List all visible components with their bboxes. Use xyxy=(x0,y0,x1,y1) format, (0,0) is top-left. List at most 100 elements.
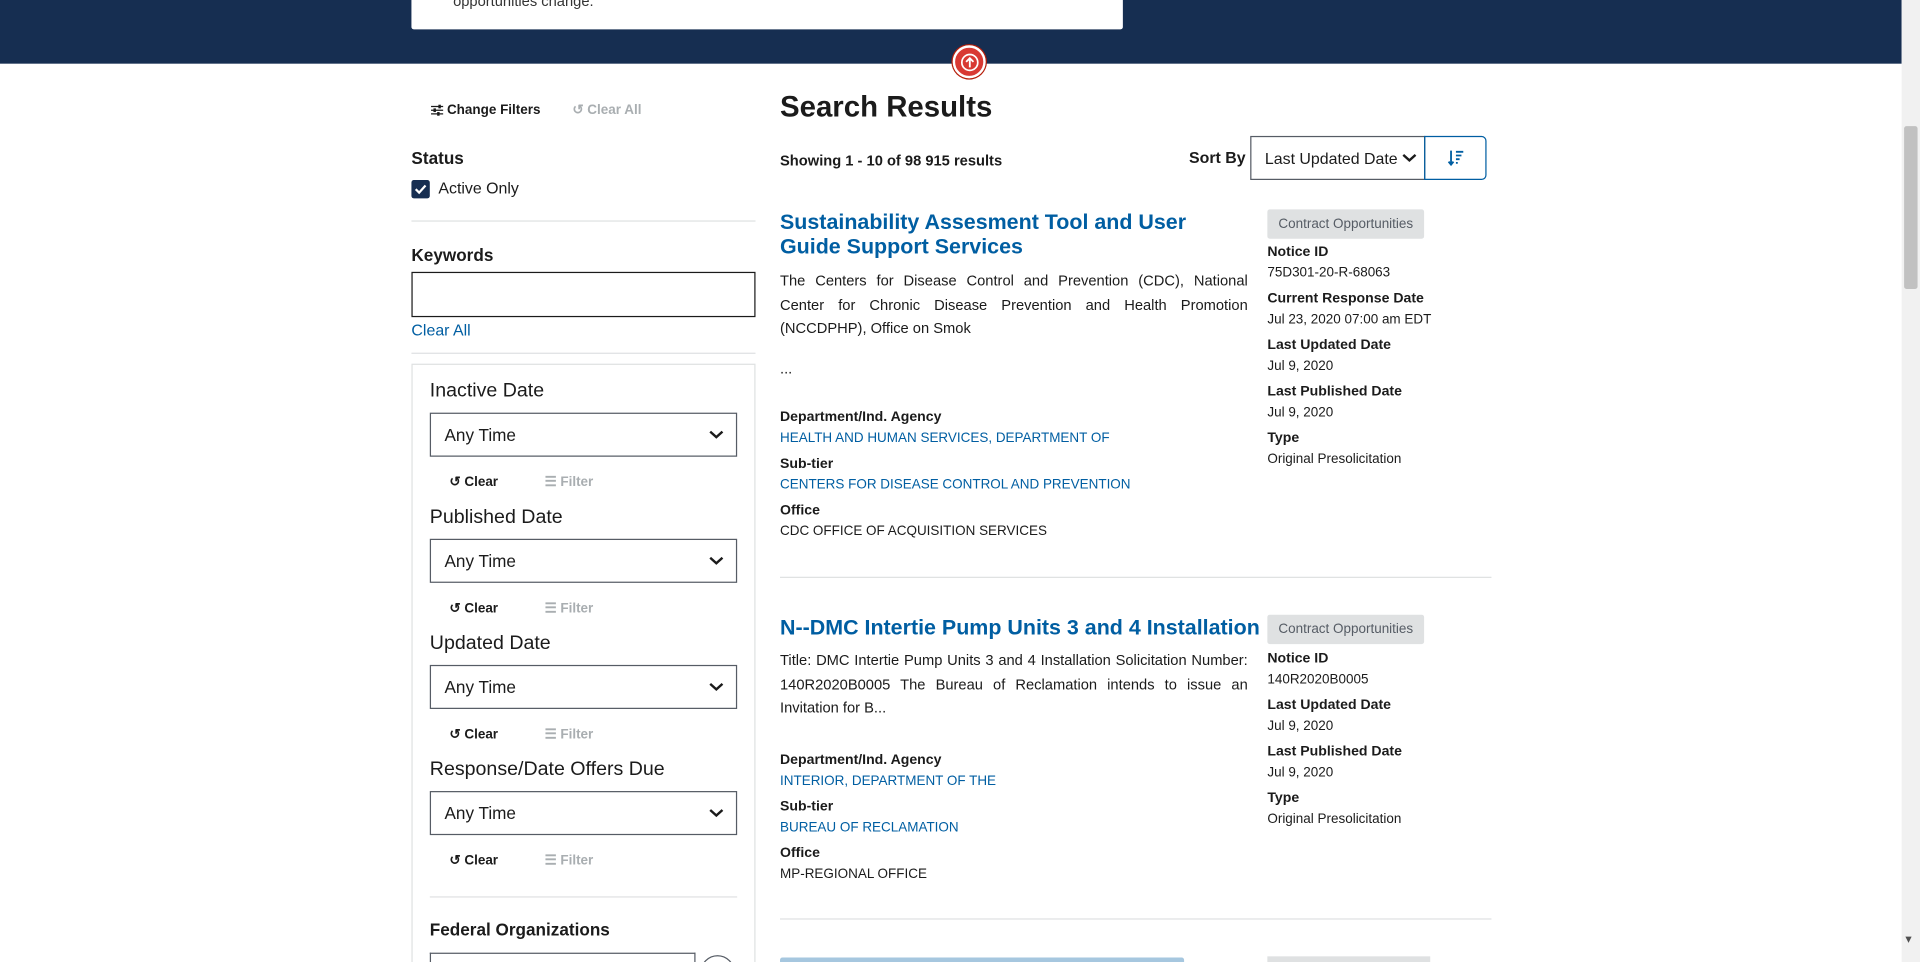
page-title: Search Results xyxy=(780,90,993,124)
sort-direction-button[interactable] xyxy=(1424,135,1487,181)
result-type-badge-partial xyxy=(1267,956,1431,962)
inactive-date-clear-button[interactable]: ↺ Clear xyxy=(449,474,498,489)
back-to-top-button[interactable] xyxy=(952,45,986,79)
last-published-label: Last Published Date xyxy=(1267,384,1402,400)
published-date-clear-button[interactable]: ↺ Clear xyxy=(449,600,498,616)
header-banner: opportunities change. xyxy=(0,0,1902,64)
published-date-filter-button[interactable]: ☰ Filter xyxy=(545,600,594,616)
divider xyxy=(429,896,738,898)
dept-link[interactable]: HEALTH AND HUMAN SERVICES, DEPARTMENT OF xyxy=(780,431,1110,446)
scroll-down-arrow-icon[interactable]: ▾ xyxy=(1905,933,1911,946)
subtier-link[interactable]: CENTERS FOR DISEASE CONTROL AND PREVENTI… xyxy=(780,478,1131,493)
inactive-date-label: Inactive Date xyxy=(429,380,545,402)
keywords-clear-all-link[interactable]: Clear All xyxy=(411,321,470,339)
updated-date-filter-button[interactable]: ☰ Filter xyxy=(545,726,594,742)
clear-all-label: Clear All xyxy=(587,102,642,117)
sliders-icon: ☰ xyxy=(544,853,557,869)
keywords-input[interactable] xyxy=(411,271,756,318)
checkmark-icon xyxy=(414,184,427,195)
inactive-date-filter-button[interactable]: ☰ Filter xyxy=(544,474,594,490)
inactive-date-select[interactable]: Any Time xyxy=(429,412,738,457)
result-description: The Centers for Disease Control and Prev… xyxy=(780,271,1248,337)
notice-id-label: Notice ID xyxy=(1267,244,1329,260)
undo-icon: ↺ xyxy=(572,102,584,118)
last-updated-value: Jul 9, 2020 xyxy=(1267,358,1334,374)
hero-card-text: opportunities change. xyxy=(453,0,594,10)
type-value: Original Presolicitation xyxy=(1267,811,1402,827)
chevron-down-icon xyxy=(709,430,724,439)
active-only-label[interactable]: Active Only xyxy=(438,179,519,197)
type-label: Type xyxy=(1267,431,1300,446)
page-canvas: opportunities change. Change Filters ↺ C… xyxy=(0,0,1920,962)
result-description: Title: DMC Intertie Pump Units 3 and 4 I… xyxy=(780,651,1248,717)
updated-date-select[interactable]: Any Time xyxy=(429,664,738,709)
clear-label: Clear xyxy=(464,600,499,616)
sort-by-select[interactable]: Last Updated Date xyxy=(1250,135,1426,181)
notice-id-value: 75D301-20-R-68063 xyxy=(1267,265,1391,281)
office-label: Office xyxy=(780,503,820,518)
published-date-actions: ↺ Clear ☰ Filter xyxy=(449,600,593,616)
last-published-label: Last Published Date xyxy=(1267,744,1402,760)
result-type-badge: Contract Opportunities xyxy=(1267,614,1425,645)
chevron-down-icon xyxy=(709,556,724,565)
filter-label: Filter xyxy=(560,474,594,490)
clear-label: Clear xyxy=(464,852,499,868)
published-date-select[interactable]: Any Time xyxy=(429,538,738,583)
undo-icon: ↺ xyxy=(449,853,461,869)
response-date-value: Jul 23, 2020 07:00 am EDT xyxy=(1267,312,1432,327)
undo-icon: ↺ xyxy=(449,727,461,743)
last-updated-value: Jul 9, 2020 xyxy=(1267,718,1334,734)
arrow-up-icon xyxy=(960,53,979,71)
updated-date-clear-button[interactable]: ↺ Clear xyxy=(449,726,498,742)
results-count: Showing 1 - 10 of 98 915 results xyxy=(780,151,1003,169)
scrollbar-thumb[interactable] xyxy=(1904,126,1918,289)
result-divider xyxy=(780,918,1492,920)
published-date-label: Published Date xyxy=(429,506,563,528)
response-date-select[interactable]: Any Time xyxy=(429,791,738,836)
chevron-down-icon xyxy=(1402,153,1417,163)
dept-label: Department/Ind. Agency xyxy=(780,410,942,425)
response-date-clear-button[interactable]: ↺ Clear xyxy=(449,852,498,868)
active-only-checkbox[interactable] xyxy=(411,180,430,199)
sliders-icon: ☰ xyxy=(544,601,557,616)
result-title-link[interactable]: N--DMC Intertie Pump Units 3 and 4 Insta… xyxy=(780,615,1260,639)
last-updated-label: Last Updated Date xyxy=(1267,697,1391,713)
updated-date-value: Any Time xyxy=(444,677,516,697)
page: opportunities change. Change Filters ↺ C… xyxy=(0,0,1920,962)
result-card: Sustainability Assesment Tool and User G… xyxy=(780,209,1492,579)
notice-id-value: 140R2020B0005 xyxy=(1267,672,1369,687)
filter-label: Filter xyxy=(560,726,594,742)
type-value: Original Presolicitation xyxy=(1267,451,1402,467)
sort-descending-icon xyxy=(1447,150,1463,167)
response-date-filter-button[interactable]: ☰ Filter xyxy=(545,852,594,868)
filter-label: Filter xyxy=(560,852,594,868)
change-filters-button[interactable]: Change Filters xyxy=(431,102,541,118)
sliders-icon xyxy=(431,104,444,116)
page-scrollbar[interactable]: ▾ xyxy=(1901,0,1920,962)
dept-link[interactable]: INTERIOR, DEPARTMENT OF THE xyxy=(780,774,996,789)
last-published-value: Jul 9, 2020 xyxy=(1267,405,1334,421)
result-type-badge: Contract Opportunities xyxy=(1267,209,1425,239)
updated-date-label: Updated Date xyxy=(429,633,551,654)
published-date-value: Any Time xyxy=(444,551,516,571)
last-published-value: Jul 9, 2020 xyxy=(1267,765,1334,781)
federal-organizations-input[interactable] xyxy=(429,952,696,962)
inactive-date-actions: ↺ Clear ☰ Filter xyxy=(449,474,594,490)
sliders-icon: ☰ xyxy=(544,475,557,490)
result-title-link[interactable]: Sustainability Assesment Tool and User G… xyxy=(780,209,1251,258)
result-card: N--DMC Intertie Pump Units 3 and 4 Insta… xyxy=(780,614,1492,924)
divider xyxy=(411,352,756,354)
filter-actions: Change Filters ↺ Clear All xyxy=(431,102,641,118)
subtier-label: Sub-tier xyxy=(780,456,834,472)
sliders-icon: ☰ xyxy=(544,727,557,743)
office-value: CDC OFFICE OF ACQUISITION SERVICES xyxy=(780,524,1047,539)
office-label: Office xyxy=(780,846,820,861)
result-title-link-partial[interactable] xyxy=(780,957,1185,962)
sort-by-label: Sort By xyxy=(1188,148,1246,167)
undo-icon: ↺ xyxy=(449,601,461,616)
federal-organizations-heading: Federal Organizations xyxy=(429,919,610,940)
subtier-link[interactable]: BUREAU OF RECLAMATION xyxy=(780,820,959,835)
updated-date-actions: ↺ Clear ☰ Filter xyxy=(449,726,593,742)
clear-all-filters-button[interactable]: ↺ Clear All xyxy=(572,102,642,118)
notice-id-label: Notice ID xyxy=(1267,651,1329,667)
